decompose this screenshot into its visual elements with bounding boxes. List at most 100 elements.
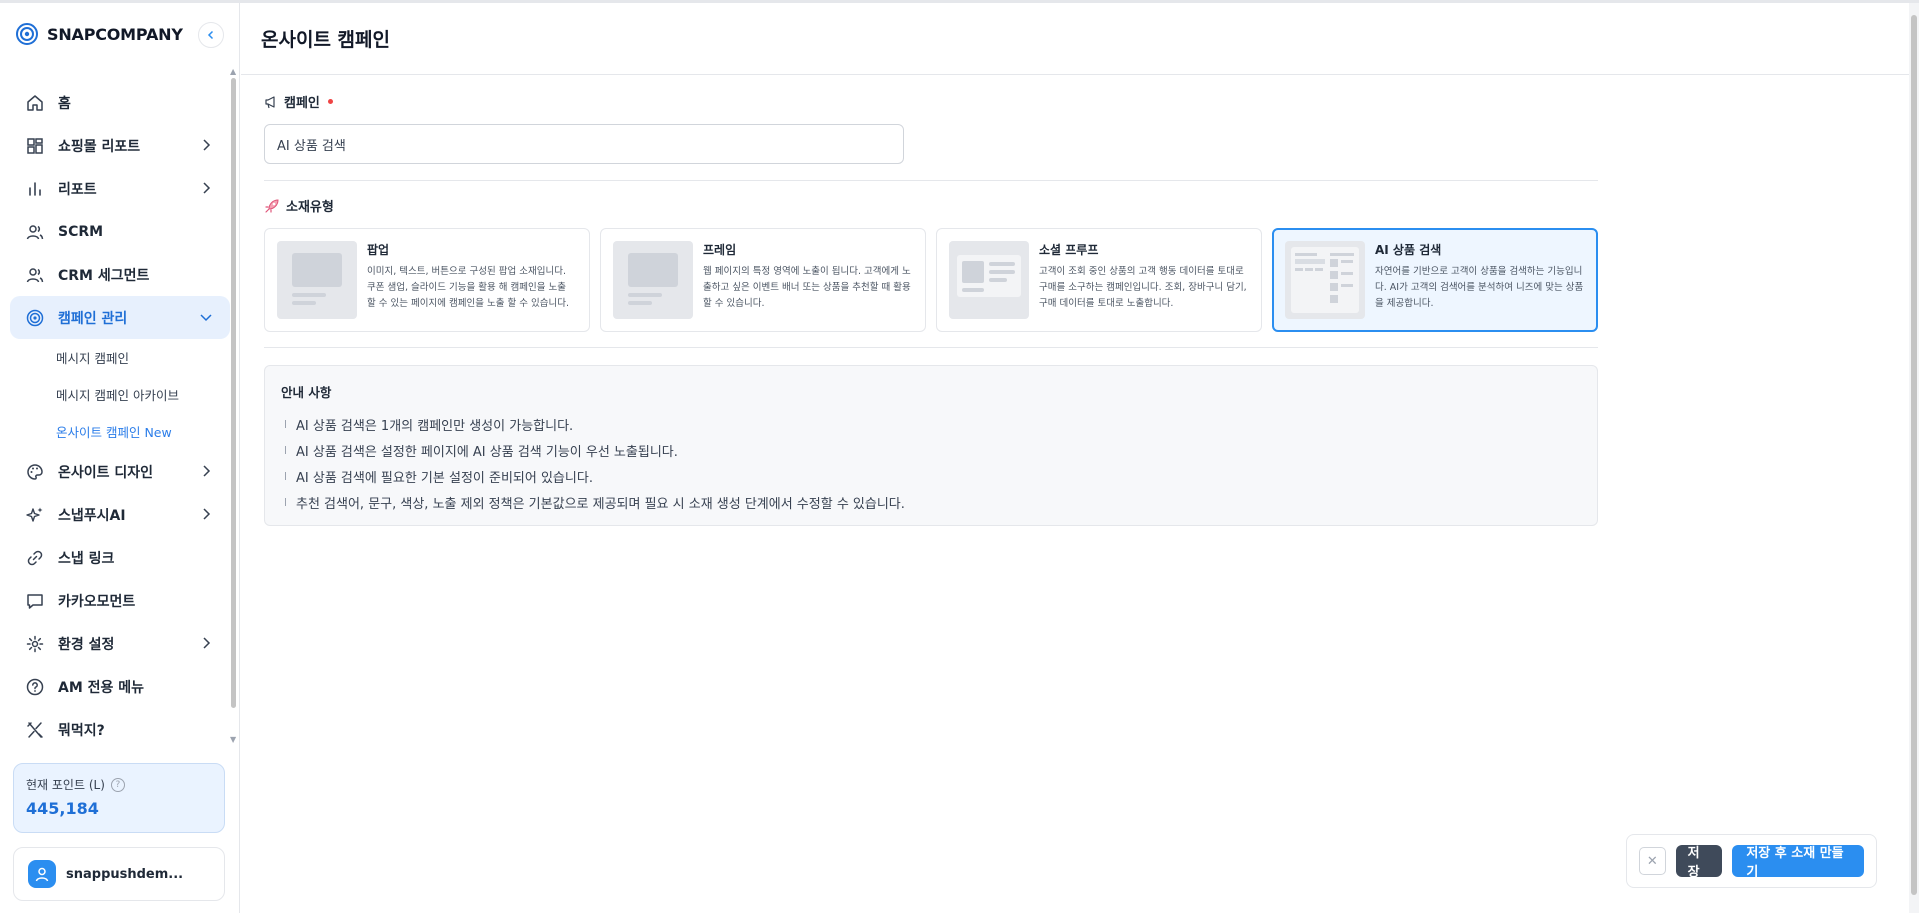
notice-box: 안내 사항 AI 상품 검색은 1개의 캠페인만 생성이 가능합니다. AI 상…	[264, 365, 1598, 526]
card-body: 소셜 프루프 고객이 조회 중인 상품의 고객 행동 데이터를 토대로 구매를 …	[1039, 241, 1249, 319]
sidebar-item-shop-report[interactable]: 쇼핑몰 리포트	[10, 124, 230, 167]
divider	[264, 180, 1598, 181]
bullet	[285, 446, 286, 454]
sidebar-item-label: AM 전용 메뉴	[58, 679, 145, 696]
points-label: 현재 포인트 (L)	[26, 778, 105, 792]
save-and-create-material-button[interactable]: 저장 후 소재 만들기	[1732, 845, 1864, 880]
sidebar-item-settings[interactable]: 환경 설정	[10, 622, 230, 665]
card-title: 프레임	[703, 243, 737, 257]
sidebar-item-label: 카카오모먼트	[58, 593, 136, 610]
sidebar-item-snappush-ai[interactable]: 스냅푸시AI	[10, 493, 230, 536]
sidebar-item-label: 스냅푸시AI	[58, 507, 126, 524]
user-profile[interactable]: snappushdem...	[13, 847, 225, 901]
material-card-frame[interactable]: 프레임 웹 페이지의 특정 영역에 노출이 됩니다. 고객에게 노출하고 싶은 …	[600, 228, 926, 332]
chevron-down-icon	[200, 314, 212, 322]
campaign-label: 캠페인	[284, 96, 320, 111]
notice-item: 추천 검색어, 문구, 색상, 노출 제외 정책은 기본값으로 제공되며 필요 …	[281, 489, 1581, 515]
ai-search-thumbnail-icon	[1285, 241, 1365, 319]
sidebar-item-label: 환경 설정	[58, 636, 115, 653]
user-name: snappushdem...	[66, 866, 184, 882]
points-label-row: 현재 포인트 (L) ?	[26, 776, 212, 793]
sidebar-item-kakao-moment[interactable]: 카카오모먼트	[10, 579, 230, 622]
sidebar-item-label: 쇼핑몰 리포트	[58, 138, 141, 155]
sidebar-item-crm-segment[interactable]: CRM 세그먼트	[10, 253, 230, 296]
material-card-popup[interactable]: 팝업 이미지, 텍스트, 버튼으로 구성된 팝업 소재입니다. 쿠폰 샘업, 슬…	[264, 228, 590, 332]
sidebar-item-campaign-management[interactable]: 캠페인 관리	[10, 296, 230, 339]
sidebar-item-snap-link[interactable]: 스냅 링크	[10, 536, 230, 579]
card-title: 팝업	[367, 243, 390, 257]
top-border	[0, 0, 1919, 3]
sidebar-item-scrm[interactable]: SCRM	[10, 210, 230, 253]
help-icon[interactable]: ?	[110, 777, 125, 792]
campaign-name-input[interactable]: AI 상품 검색	[264, 124, 904, 164]
scroll-down-arrow[interactable]: ▼	[230, 735, 236, 744]
brand[interactable]: SNAPCOMPANY	[15, 19, 183, 49]
utensils-icon	[24, 719, 46, 741]
card-description: 웹 페이지의 특정 영역에 노출이 됩니다. 고객에게 노출하고 싶은 이벤트 …	[703, 266, 911, 309]
chevron-right-icon	[203, 182, 211, 194]
sidebar-item-home[interactable]: 홈	[10, 81, 230, 124]
notice-text: 추천 검색어, 문구, 색상, 노출 제외 정책은 기본값으로 제공되며 필요 …	[296, 496, 905, 512]
chevron-right-icon	[203, 139, 211, 151]
points-card: 현재 포인트 (L) ? 445,184	[13, 763, 225, 833]
chat-icon	[24, 590, 46, 612]
sidebar-item-report[interactable]: 리포트	[10, 167, 230, 210]
megaphone-icon	[265, 95, 275, 108]
sidebar-item-label: 뭐먹지?	[58, 722, 105, 739]
card-body: 팝업 이미지, 텍스트, 버튼으로 구성된 팝업 소재입니다. 쿠폰 샘업, 슬…	[367, 241, 577, 319]
sidebar-item-label: 리포트	[58, 181, 97, 198]
page-scrollbar[interactable]	[1909, 3, 1919, 913]
card-body: AI 상품 검색 자연어를 기반으로 고객이 상품을 검색하는 기능입니다. A…	[1375, 241, 1585, 319]
chevron-left-icon	[207, 30, 214, 40]
bullet	[285, 472, 286, 480]
page-scrollbar-thumb[interactable]	[1911, 15, 1917, 895]
sidebar-subitem-message-campaign[interactable]: 메시지 캠페인	[10, 339, 230, 376]
sparkles-icon	[24, 504, 46, 526]
card-description: 고객이 조회 중인 상품의 고객 행동 데이터를 토대로 구매를 소구하는 캠페…	[1039, 266, 1247, 309]
users-icon	[24, 264, 46, 286]
notice-text: AI 상품 검색에 필요한 기본 설정이 준비되어 있습니다.	[296, 470, 593, 486]
scroll-up-arrow[interactable]: ▲	[230, 67, 236, 76]
material-type-section-label: 소재유형	[264, 196, 334, 215]
target-icon	[24, 307, 46, 329]
question-icon	[24, 676, 46, 698]
sidebar-item-label: SCRM	[58, 223, 104, 240]
sidebar-item-label: 캠페인 관리	[58, 310, 128, 327]
sidebar-subitem-message-campaign-archive[interactable]: 메시지 캠페인 아카이브	[10, 376, 230, 413]
save-button[interactable]: 저장	[1675, 845, 1723, 880]
gear-icon	[24, 633, 46, 655]
frame-thumbnail-icon	[613, 241, 693, 319]
material-card-social-proof[interactable]: 소셜 프루프 고객이 조회 중인 상품의 고객 행동 데이터를 토대로 구매를 …	[936, 228, 1262, 332]
link-icon	[24, 547, 46, 569]
palette-icon	[24, 461, 46, 483]
sidebar-item-onsite-design[interactable]: 온사이트 디자인	[10, 450, 230, 493]
points-value: 445,184	[26, 799, 99, 818]
social-proof-thumbnail-icon	[949, 241, 1029, 319]
sidebar-item-what-to-eat[interactable]: 뭐먹지?	[10, 708, 230, 751]
sidebar-subitem-onsite-campaign[interactable]: 온사이트 캠페인 New	[10, 413, 230, 450]
chevron-right-icon	[203, 465, 211, 477]
home-icon	[24, 92, 46, 114]
sidebar-item-label: 온사이트 디자인	[58, 464, 154, 481]
notice-text: AI 상품 검색은 설정한 페이지에 AI 상품 검색 기능이 우선 노출됩니다…	[296, 444, 678, 460]
card-description: 이미지, 텍스트, 버튼으로 구성된 팝업 소재입니다. 쿠폰 샘업, 슬라이드…	[367, 266, 569, 309]
material-type-label: 소재유형	[286, 200, 334, 215]
notice-title: 안내 사항	[281, 385, 332, 400]
brand-logo-icon	[16, 23, 38, 45]
sidebar-item-am-menu[interactable]: AM 전용 메뉴	[10, 665, 230, 708]
notice-text: AI 상품 검색은 1개의 캠페인만 생성이 가능합니다.	[296, 418, 574, 434]
sidebar: SNAPCOMPANY ▲ ▼ 홈 쇼핑몰 리포트 리포트 SCRM CRM 세…	[0, 3, 240, 913]
sidebar-scrollbar[interactable]	[231, 78, 236, 708]
card-title: 소셜 프루프	[1039, 243, 1099, 257]
close-button[interactable]: ✕	[1639, 847, 1666, 875]
rocket-icon	[265, 198, 279, 213]
divider	[264, 347, 1598, 348]
sidebar-item-label: 스냅 링크	[58, 550, 115, 567]
chevron-right-icon	[203, 637, 211, 649]
notice-item: AI 상품 검색은 설정한 페이지에 AI 상품 검색 기능이 우선 노출됩니다…	[281, 437, 1581, 463]
bar-chart-icon	[24, 178, 46, 200]
notice-item: AI 상품 검색에 필요한 기본 설정이 준비되어 있습니다.	[281, 463, 1581, 489]
material-card-ai-product-search[interactable]: AI 상품 검색 자연어를 기반으로 고객이 상품을 검색하는 기능입니다. A…	[1272, 228, 1598, 332]
sidebar-nav: 홈 쇼핑몰 리포트 리포트 SCRM CRM 세그먼트 캠페인 관리 메시지 캠…	[10, 81, 230, 751]
collapse-sidebar-button[interactable]	[198, 22, 224, 48]
